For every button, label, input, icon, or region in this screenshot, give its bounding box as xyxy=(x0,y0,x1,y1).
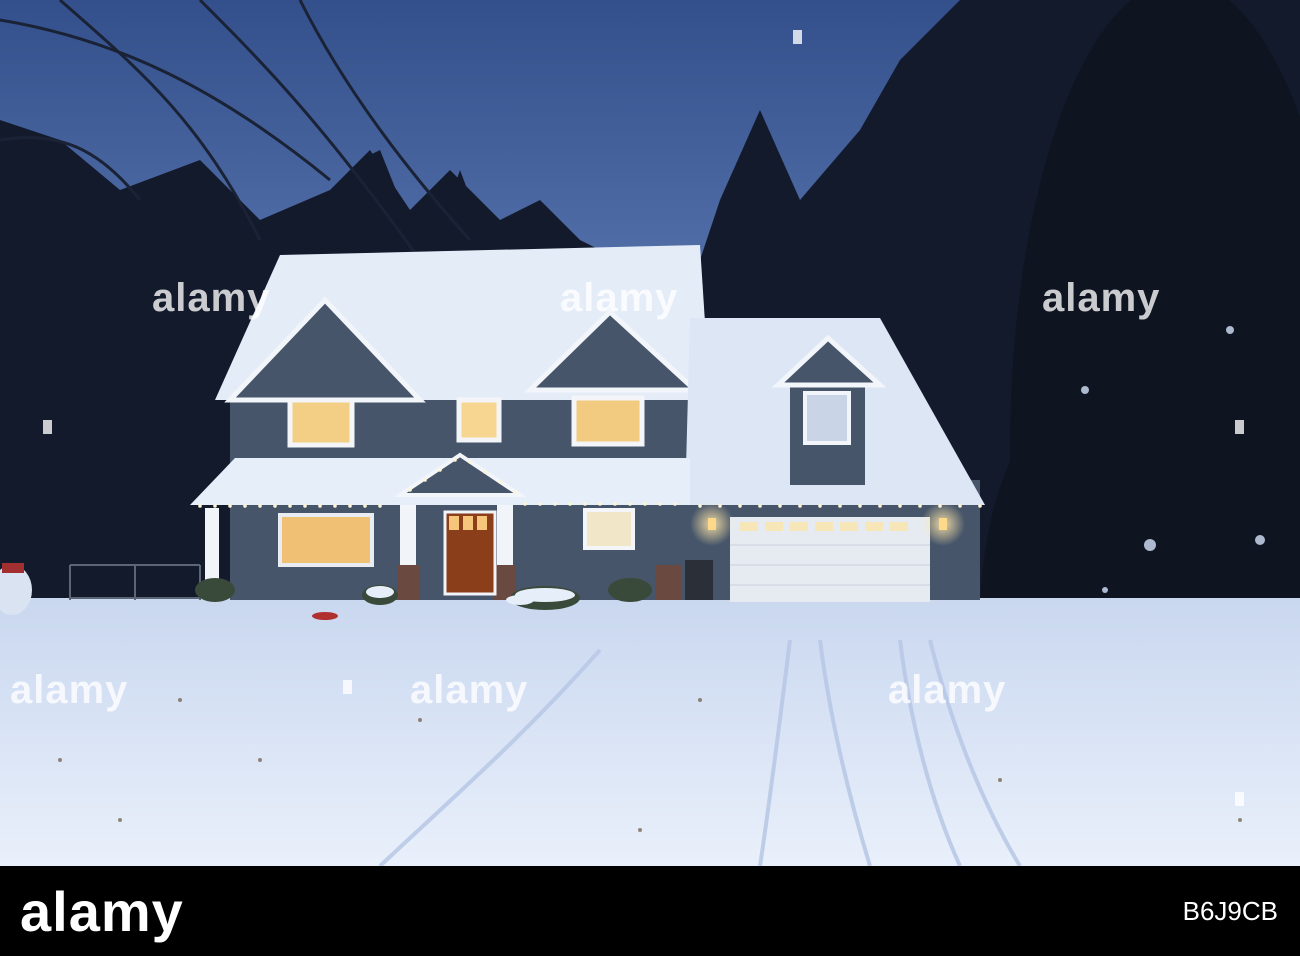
photo-stage: alamy alamy alamy alamy alamy alamy alam… xyxy=(0,0,1300,956)
watermark-text: alamy xyxy=(152,276,271,320)
watermark-top-left: alamy xyxy=(152,276,270,321)
dormer-window xyxy=(803,391,851,445)
footer-image-id: B6J9CB xyxy=(1182,896,1278,926)
trash-bin xyxy=(685,560,713,600)
side-window xyxy=(583,508,635,550)
watermark-bottom-right: alamy xyxy=(888,668,1006,713)
watermark-marker xyxy=(793,30,802,44)
upper-windows xyxy=(287,395,645,448)
door-glass xyxy=(449,516,487,530)
watermark-marker xyxy=(43,420,52,434)
porch-window xyxy=(278,513,374,567)
footer-logo: alamy xyxy=(20,880,184,943)
watermark-bottom-center: alamy xyxy=(410,668,528,713)
house-photo xyxy=(0,0,1300,866)
watermark-bottom-left: alamy xyxy=(10,668,128,713)
watermark-marker xyxy=(343,680,352,694)
garage-door-windows xyxy=(740,522,908,531)
watermark-text: alamy xyxy=(1042,276,1161,320)
watermark-top-center: alamy xyxy=(560,276,678,321)
snow-yard xyxy=(0,598,1300,866)
watermark-text: alamy xyxy=(888,668,1007,712)
footer-bar: alamy B6J9CB xyxy=(0,866,1300,956)
watermark-text: alamy xyxy=(560,276,679,320)
watermark-text: alamy xyxy=(410,668,529,712)
watermark-text: alamy xyxy=(10,668,129,712)
sled xyxy=(312,612,338,620)
watermark-top-right: alamy xyxy=(1042,276,1160,321)
watermark-marker xyxy=(1235,792,1244,806)
watermark-marker xyxy=(1235,420,1244,434)
